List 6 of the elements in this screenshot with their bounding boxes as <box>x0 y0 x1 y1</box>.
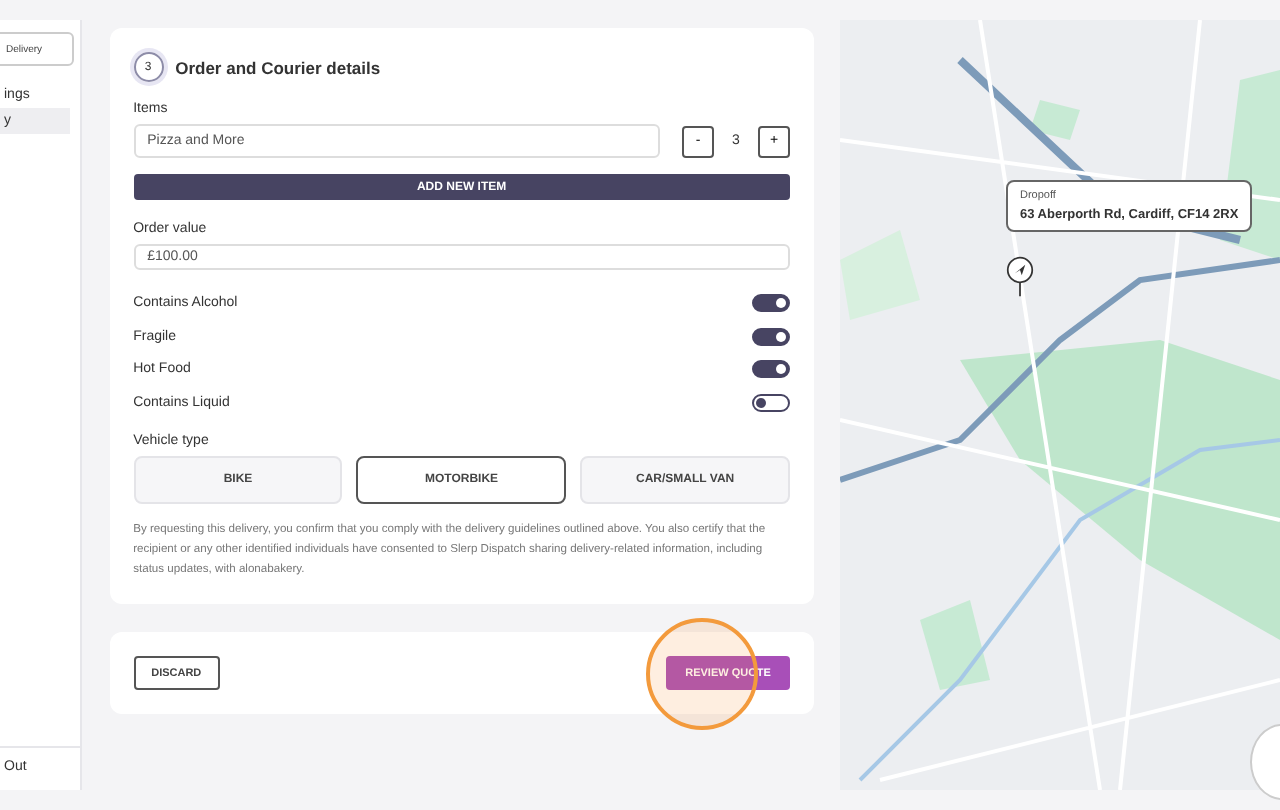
toggle-switch[interactable] <box>752 393 790 412</box>
section-title: Order and Courier details <box>175 57 381 77</box>
location-pin-icon <box>1006 256 1034 298</box>
toggle-switch[interactable] <box>752 360 790 379</box>
toggle-switch[interactable] <box>752 294 790 313</box>
toggle-switch[interactable] <box>752 327 790 346</box>
